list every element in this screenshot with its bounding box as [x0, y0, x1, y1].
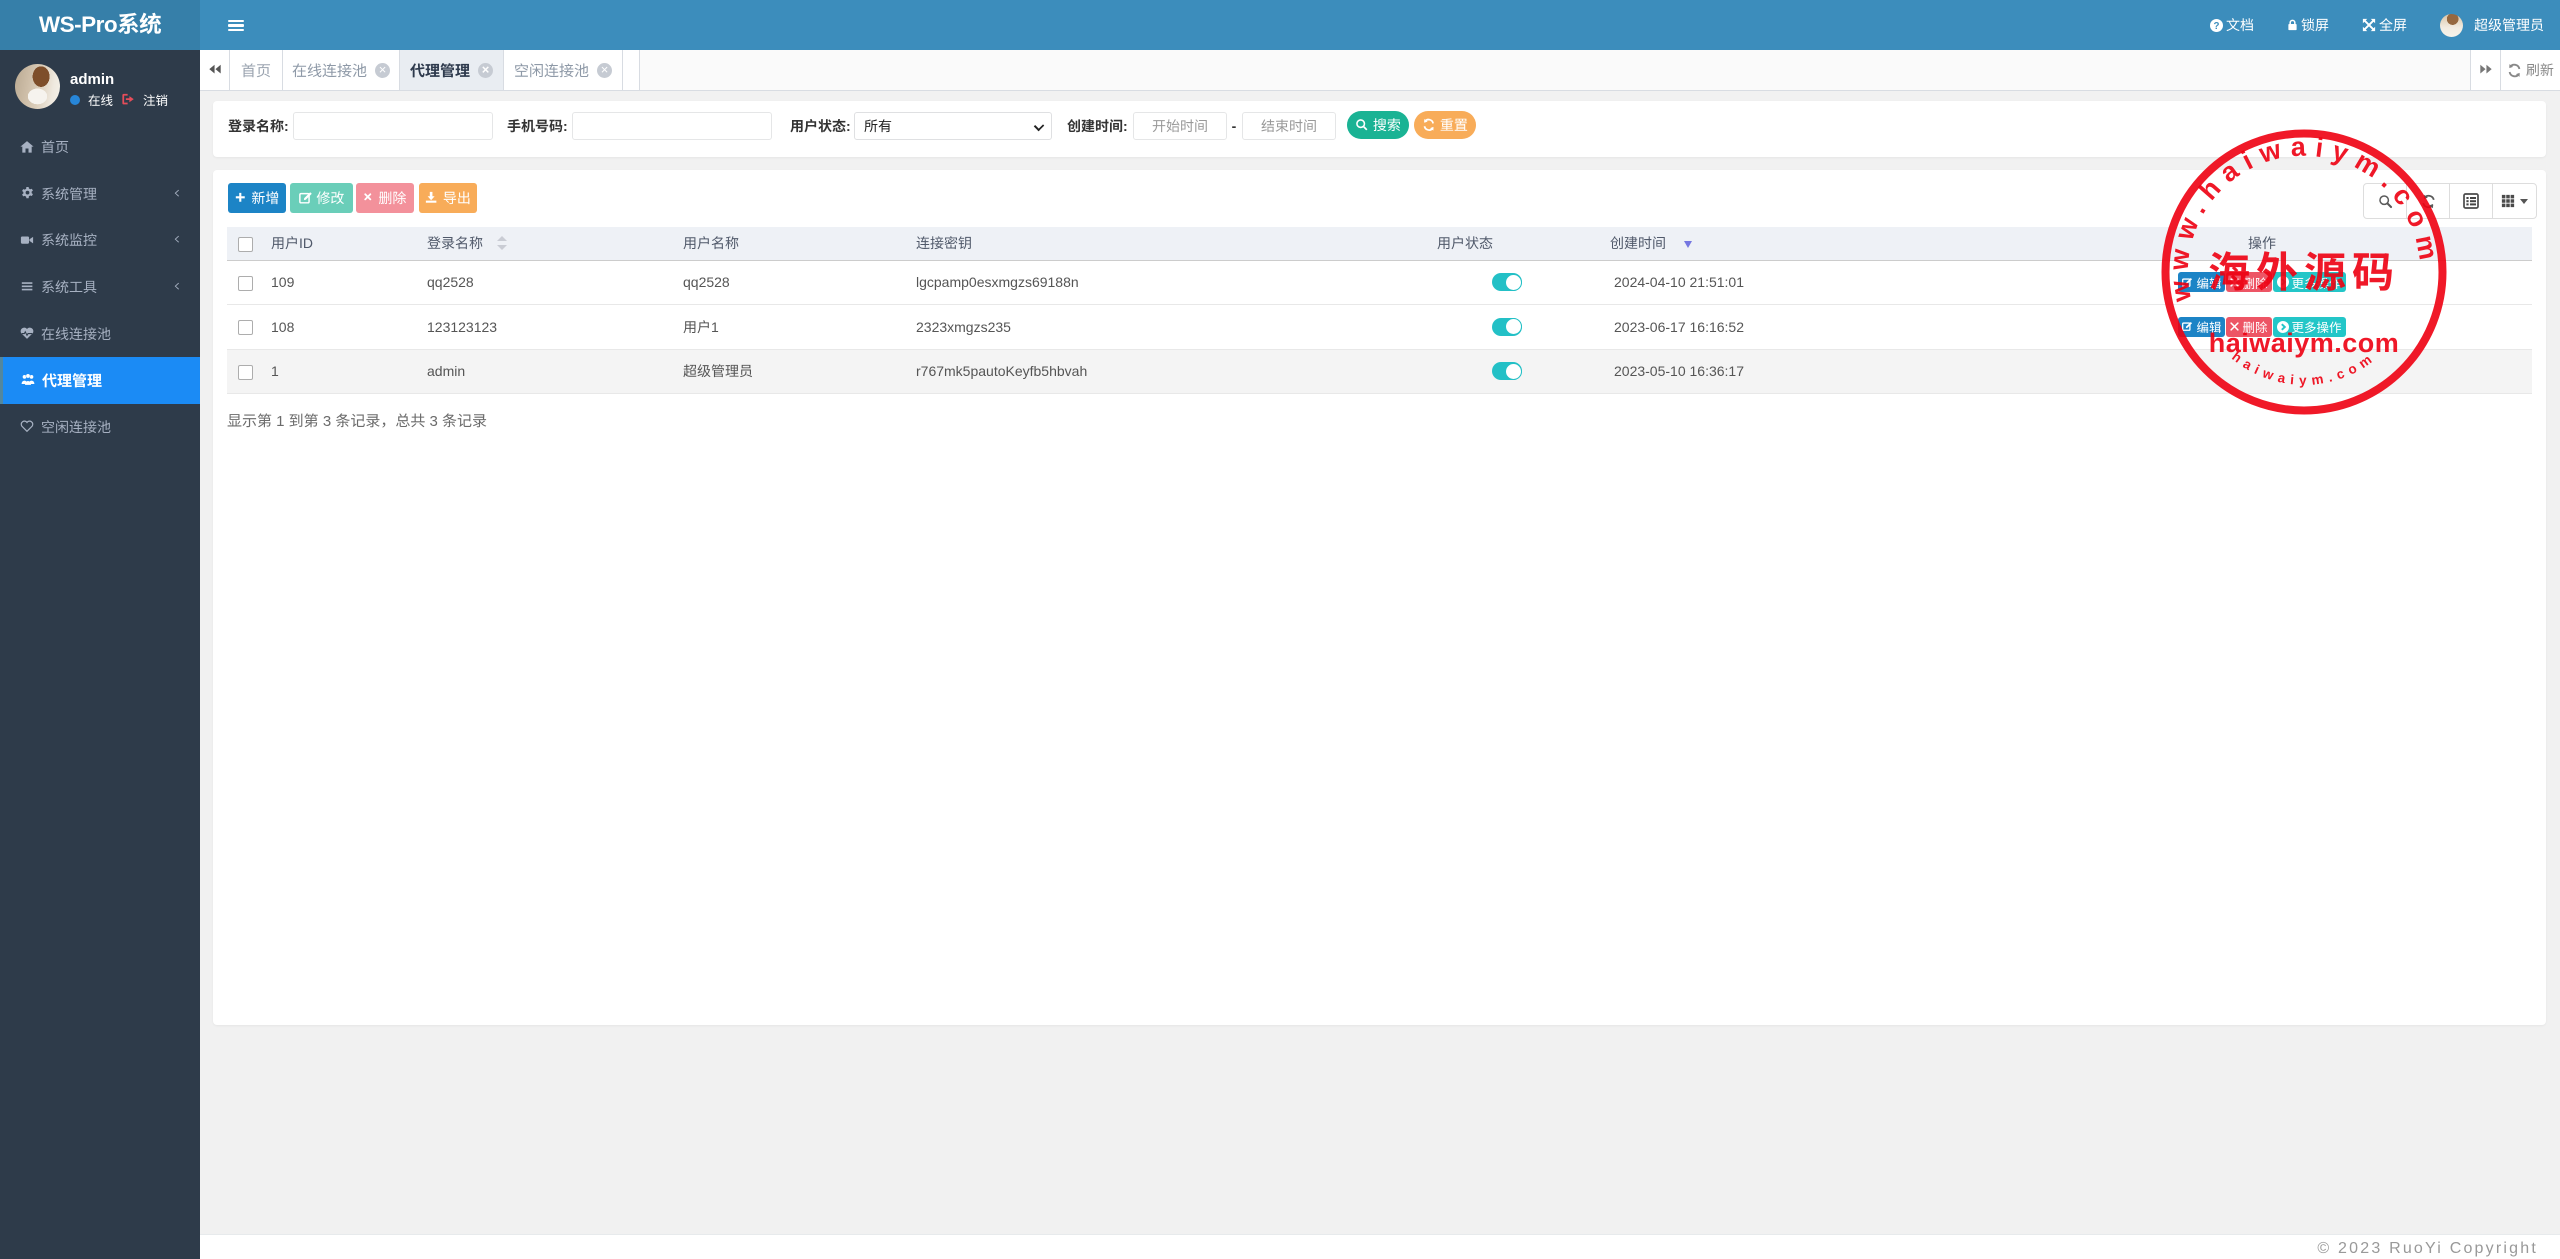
- svg-text:?: ?: [2214, 21, 2220, 32]
